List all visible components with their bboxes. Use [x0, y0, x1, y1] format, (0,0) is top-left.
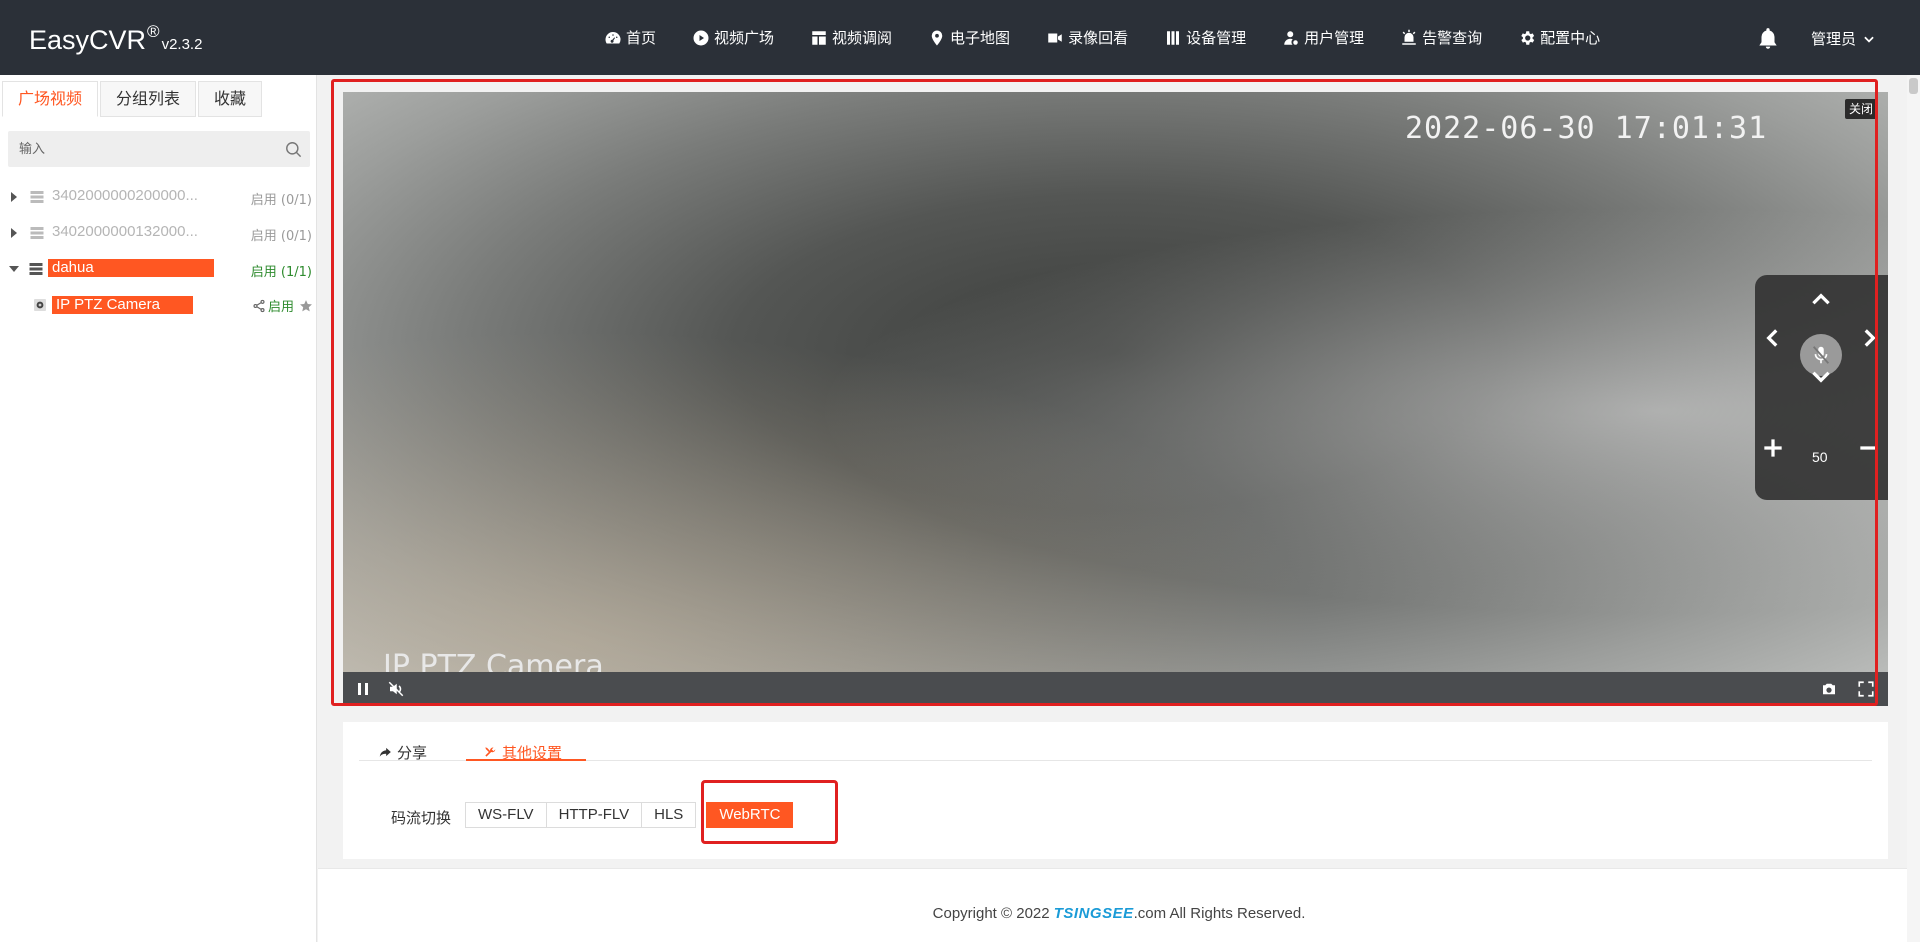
search-input[interactable] — [8, 131, 278, 167]
brand-name: EasyCVR — [29, 25, 147, 55]
device-icon — [30, 191, 44, 203]
nav-home[interactable]: 首页 — [604, 27, 656, 48]
tab-share[interactable]: 分享 — [378, 734, 427, 770]
nav-label: 视频广场 — [714, 29, 775, 47]
chevron-down-icon — [1864, 36, 1874, 43]
device-icon — [30, 227, 44, 239]
nav-video-review[interactable]: 视频调阅 — [810, 27, 892, 48]
user-icon — [1284, 30, 1298, 45]
tab-square-videos[interactable]: 广场视频 — [2, 81, 99, 117]
nav-user-management[interactable]: 用户管理 — [1282, 27, 1364, 48]
user-menu[interactable]: 管理员 — [1811, 28, 1876, 49]
tree-node-selected[interactable]: dahua 启用 (1/1) — [0, 255, 317, 283]
collapse-arrow-icon[interactable] — [9, 266, 19, 272]
camera-status: 启用 — [267, 300, 294, 315]
registered-mark: ® — [147, 22, 160, 41]
tools-icon — [485, 747, 496, 757]
layout-icon — [812, 30, 826, 45]
node-label: dahua — [48, 259, 214, 277]
node-status: 启用 (1/1) — [250, 265, 312, 280]
player-settings-panel: 分享 其他设置 码流切换 WS-FLV HTTP-FLV HLS WebRTC — [343, 722, 1888, 859]
nav-config-center[interactable]: 配置中心 — [1518, 27, 1600, 48]
tree-node[interactable]: 3402000000132000... 启用 (0/1) — [0, 219, 317, 247]
username: 管理员 — [1811, 30, 1857, 48]
gear-icon — [1521, 30, 1535, 45]
tree-node[interactable]: 3402000000200000... 启用 (0/1) — [0, 183, 317, 211]
camera-actions: 启用 — [252, 296, 313, 315]
page-scrollbar[interactable] — [1907, 75, 1920, 942]
nav-label: 设备管理 — [1186, 29, 1247, 47]
nav-label: 配置中心 — [1540, 29, 1601, 47]
top-navbar: EasyCVR®v2.3.2 首页 视频广场 视频调阅 电子地图 录像回看 设备… — [0, 0, 1920, 75]
stream-http-flv-button[interactable]: HTTP-FLV — [545, 802, 643, 828]
node-status: 启用 (0/1) — [250, 229, 312, 244]
device-icon — [29, 263, 43, 275]
stream-ws-flv-button[interactable]: WS-FLV — [465, 802, 547, 828]
copyright-suffix: .com All Rights Reserved. — [1133, 905, 1306, 922]
expand-arrow-icon[interactable] — [11, 192, 17, 202]
app-logo[interactable]: EasyCVR®v2.3.2 — [29, 22, 202, 56]
play-circle-icon — [693, 30, 709, 45]
search-box — [8, 131, 310, 167]
map-pin-icon — [931, 30, 943, 45]
stream-hls-button[interactable]: HLS — [641, 802, 697, 828]
share-arrow-icon — [379, 747, 391, 757]
notification-bell-icon[interactable] — [1755, 26, 1781, 52]
camera-node[interactable]: IP PTZ Camera 启用 — [0, 291, 317, 319]
nav-label: 用户管理 — [1304, 29, 1365, 47]
nav-device-management[interactable]: 设备管理 — [1164, 27, 1246, 48]
expand-arrow-icon[interactable] — [11, 228, 17, 238]
tab-other-settings[interactable]: 其他设置 — [483, 734, 562, 770]
active-tab-indicator — [466, 759, 586, 761]
tab-favorites[interactable]: 收藏 — [198, 81, 263, 117]
copyright-prefix: Copyright © 2022 — [932, 905, 1054, 922]
app-version: v2.3.2 — [161, 36, 203, 53]
footer: Copyright © 2022 TSINGSEE.com All Rights… — [318, 868, 1920, 942]
nav-label: 告警查询 — [1422, 29, 1483, 47]
camera-icon — [34, 299, 46, 311]
node-status: 启用 (0/1) — [250, 193, 312, 208]
share-icon[interactable] — [252, 299, 266, 313]
alarm-icon — [1402, 29, 1416, 45]
nav-label: 首页 — [626, 29, 657, 47]
sidebar-tabs: 广场视频 分组列表 收藏 — [2, 81, 264, 117]
copyright-text: Copyright © 2022 TSINGSEE.com All Rights… — [318, 905, 1920, 922]
node-label: 3402000000200000... — [52, 187, 198, 204]
node-label: 3402000000132000... — [52, 223, 198, 240]
nav-e-map[interactable]: 电子地图 — [928, 27, 1010, 48]
nav-video-square[interactable]: 视频广场 — [692, 27, 774, 48]
tab-group-list[interactable]: 分组列表 — [100, 81, 197, 117]
nav-label: 录像回看 — [1068, 29, 1129, 47]
annotation-highlight-webrtc — [701, 780, 838, 844]
search-icon[interactable] — [284, 140, 303, 159]
scrollbar-thumb[interactable] — [1909, 78, 1918, 94]
tsingsee-logo[interactable]: TSINGSEE — [1054, 905, 1134, 922]
stream-switch-label: 码流切换 — [391, 809, 452, 827]
main-nav: 首页 视频广场 视频调阅 电子地图 录像回看 设备管理 用户管理 告警查询 配置… — [604, 0, 1636, 75]
camera-label: IP PTZ Camera — [52, 296, 193, 314]
nav-playback[interactable]: 录像回看 — [1046, 27, 1128, 48]
nav-label: 视频调阅 — [832, 29, 893, 47]
nav-alarm-query[interactable]: 告警查询 — [1400, 27, 1482, 48]
sidebar: 广场视频 分组列表 收藏 3402000000200000... 启用 (0/1… — [0, 75, 317, 942]
video-camera-icon — [1048, 33, 1062, 42]
nav-label: 电子地图 — [950, 29, 1011, 47]
annotation-highlight-player — [331, 79, 1878, 706]
star-icon[interactable] — [299, 299, 313, 313]
dashboard-icon — [605, 31, 621, 44]
server-icon — [1167, 30, 1180, 45]
